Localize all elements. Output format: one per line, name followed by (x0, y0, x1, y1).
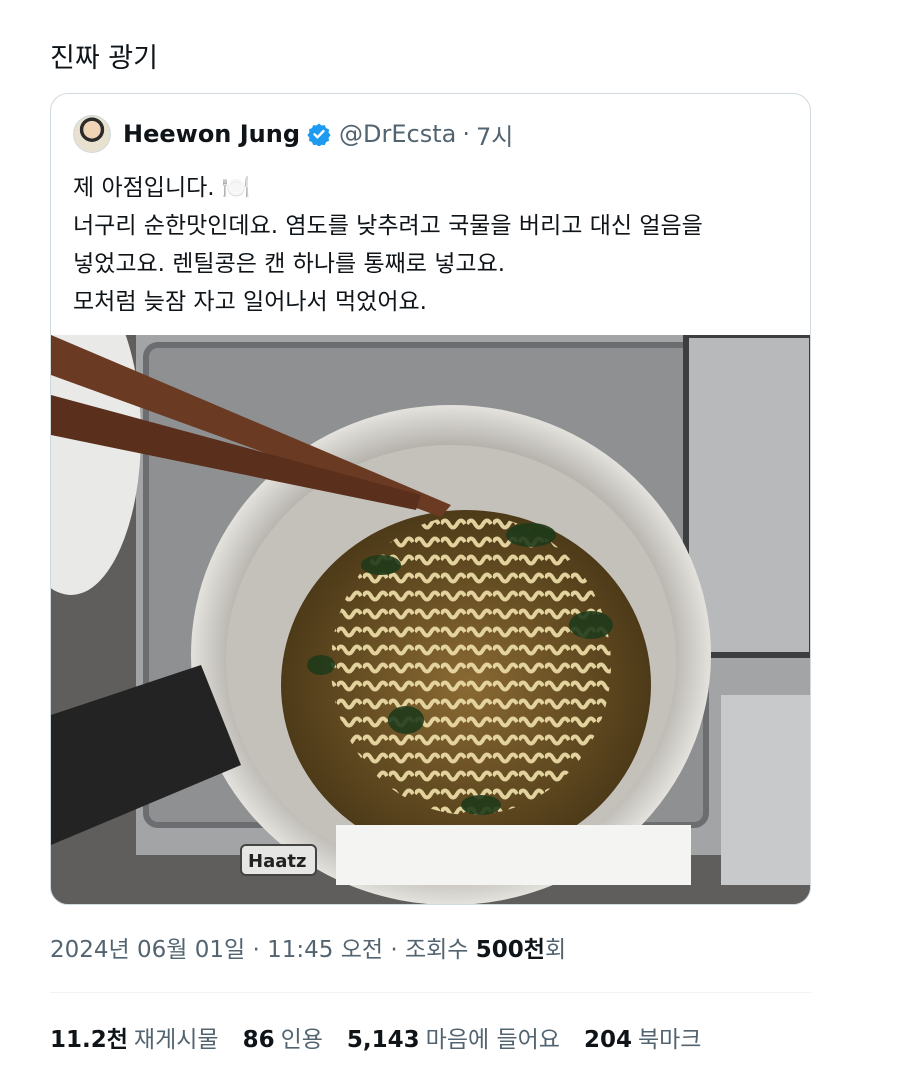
quoted-tweet-text: 제 아점입니다. 🍽️ 너구리 순한맛인데요. 염도를 낮추려고 국물을 버리고… (73, 169, 793, 321)
reposts-label: 재게시물 (133, 1027, 219, 1053)
post-date[interactable]: 2024년 06월 01일 (50, 937, 245, 963)
views-suffix: 회 (544, 937, 567, 963)
quoted-text-line: 제 아점입니다. 🍽️ (73, 175, 251, 201)
engagement-stats: 11.2천 재게시물 86 인용 5,143 마음에 들어요 204 북마크 (50, 1020, 725, 1054)
bookmarks-label: 북마크 (637, 1027, 702, 1053)
avatar[interactable] (73, 115, 111, 153)
quoted-tweet-card[interactable]: Heewon Jung @DrEcsta · 7시 제 아점입니다. 🍽️ 너구… (50, 93, 811, 905)
header-separator: · (462, 120, 470, 148)
bookmarks-count: 204 (583, 1027, 632, 1053)
likes-count: 5,143 (346, 1027, 420, 1053)
meta-separator: · (390, 937, 398, 963)
author-handle[interactable]: @DrEcsta (339, 120, 456, 148)
post-timestamp[interactable]: 11:45 오전 (267, 937, 383, 963)
views-count: 500천 (475, 937, 545, 963)
divider (50, 992, 811, 993)
views-label: 조회수 (404, 937, 469, 963)
quoted-text-line: 모처럼 늦잠 자고 일어나서 먹었어요. (73, 289, 427, 315)
reposts-stat[interactable]: 11.2천 재게시물 (50, 1020, 219, 1054)
stove-brand-label: Haatz (248, 851, 306, 872)
quotes-label: 인용 (280, 1027, 323, 1053)
post-time[interactable]: 7시 (476, 117, 513, 152)
quoted-text-line: 너구리 순한맛인데요. 염도를 낮추려고 국물을 버리고 대신 얼음을 (73, 213, 703, 239)
verified-badge-icon (307, 123, 331, 146)
reposts-count: 11.2천 (50, 1027, 128, 1053)
quoted-tweet-header: Heewon Jung @DrEcsta · 7시 (73, 114, 513, 154)
quotes-stat[interactable]: 86 인용 (243, 1020, 323, 1054)
quotes-count: 86 (242, 1027, 275, 1053)
post-meta: 2024년 06월 01일 · 11:45 오전 · 조회수 500천회 (50, 930, 566, 964)
likes-stat[interactable]: 5,143 마음에 들어요 (347, 1020, 560, 1054)
tweet-text: 진짜 광기 (50, 43, 158, 74)
tweet-photo[interactable]: Haatz (51, 335, 811, 905)
meta-separator: · (252, 937, 260, 963)
quoted-text-line: 넣었고요. 렌틸콩은 캔 하나를 통째로 넣고요. (73, 251, 506, 277)
bookmarks-stat[interactable]: 204 북마크 (584, 1020, 702, 1054)
likes-label: 마음에 들어요 (425, 1027, 560, 1053)
author-name[interactable]: Heewon Jung (123, 120, 300, 148)
